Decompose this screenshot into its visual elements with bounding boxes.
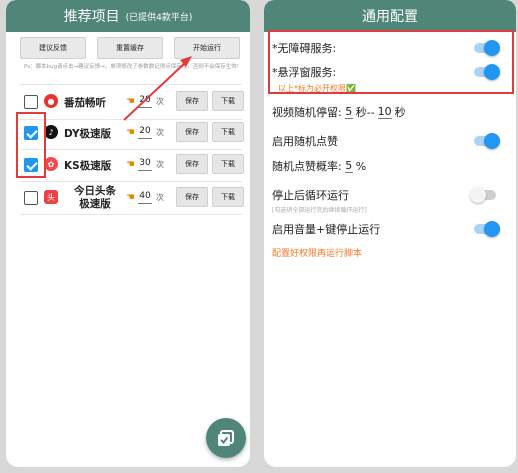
toggle-knob [484, 133, 500, 149]
stop-loop-label: 停止后循环运行 [272, 189, 349, 202]
volume-stop-row: 启用音量+键停止运行 [272, 219, 508, 239]
general-config-panel: 通用配置 *无障碍服务: *悬浮窗服务: 以上*标为必开权限✅ 视频随机停留: … [264, 0, 516, 467]
random-like-toggle[interactable] [474, 133, 500, 149]
like-probability-unit: % [355, 159, 367, 173]
stop-loop-row: 停止后循环运行 [272, 186, 508, 204]
toggle-knob [484, 221, 500, 237]
video-pause-row: 视频随机停留: 5 秒-- 10 秒 [272, 102, 508, 122]
stop-loop-note: [勾选项全部运行完后继续循环运行] [272, 207, 367, 214]
random-like-label: 启用随机点赞 [272, 135, 338, 148]
stop-loop-toggle[interactable] [470, 187, 496, 203]
general-config-header: 通用配置 [264, 0, 516, 32]
video-pause-max-input[interactable]: 10 [377, 105, 392, 119]
video-pause-label: 视频随机停留: [272, 106, 342, 119]
video-pause-min-input[interactable]: 5 [344, 105, 353, 119]
toggle-knob [470, 187, 486, 203]
like-probability-row: 随机点赞概率: 5 % [272, 156, 508, 176]
panel-title: 通用配置 [362, 9, 418, 25]
volume-stop-label: 启用音量+键停止运行 [272, 223, 381, 236]
volume-stop-toggle[interactable] [474, 221, 500, 237]
permission-highlight-box [268, 30, 514, 94]
like-probability-label: 随机点赞概率: [272, 160, 342, 173]
video-pause-unit: 秒 [394, 106, 406, 119]
random-like-row: 启用随机点赞 [272, 131, 508, 151]
config-permission-link[interactable]: 配置好权限再运行脚本 [272, 246, 362, 259]
video-pause-separator: 秒-- [355, 106, 375, 119]
like-probability-input[interactable]: 5 [344, 159, 353, 173]
